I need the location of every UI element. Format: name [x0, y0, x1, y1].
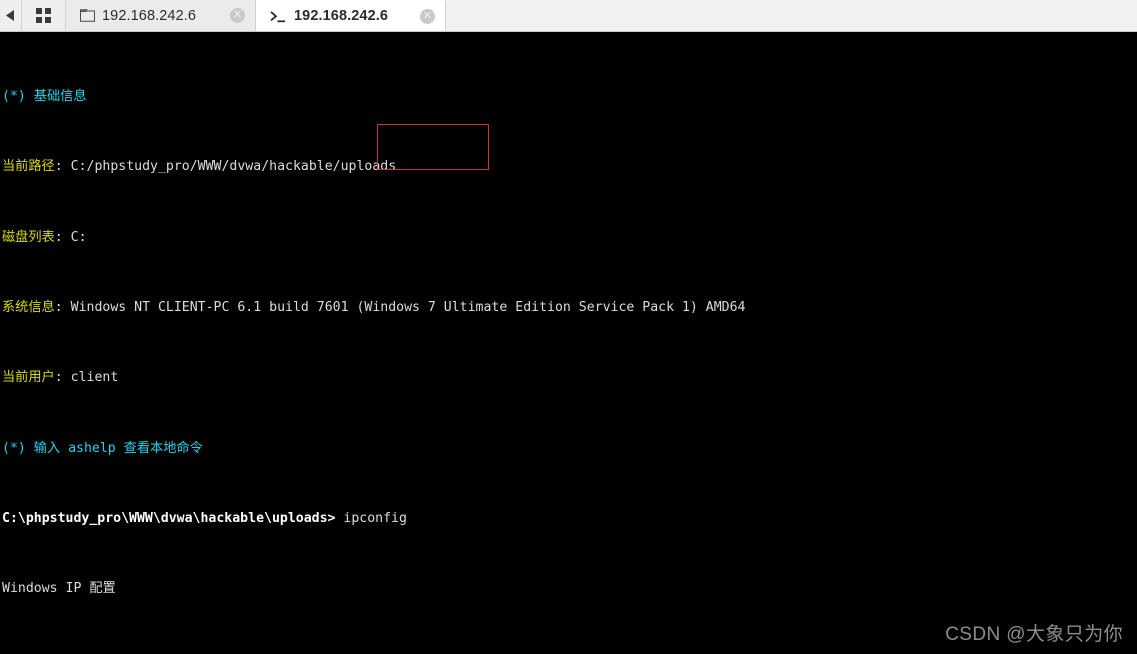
tab-label: 192.168.242.6 — [102, 7, 197, 24]
tab-close-button[interactable]: ✕ — [230, 8, 245, 23]
terminal-window: 192.168.242.6 ✕ 192.168.242.6 ✕ (*) 基础信息… — [0, 0, 1137, 654]
terminal-prompt-icon — [270, 10, 287, 23]
banner-title: (*) 基础信息 — [2, 88, 87, 104]
info-label: 磁盘列表 — [2, 229, 55, 245]
tab-terminal[interactable]: 192.168.242.6 ✕ — [256, 0, 446, 31]
command-line: C:\phpstudy_pro\WWW\dvwa\hackable\upload… — [2, 510, 1137, 528]
tab-bar: 192.168.242.6 ✕ 192.168.242.6 ✕ — [0, 0, 1137, 32]
info-sep: : — [54, 299, 71, 315]
caret-left-icon — [6, 10, 15, 21]
info-value: C:/phpstudy_pro/WWW/dvwa/hackable/upload… — [70, 159, 397, 175]
tab-bar-empty-area — [446, 0, 1137, 31]
tab-close-button[interactable]: ✕ — [420, 8, 435, 24]
folder-icon — [80, 9, 95, 22]
info-row-disks: 磁盘列表: C: — [2, 229, 1137, 247]
info-row-path: 当前路径: C:/phpstudy_pro/WWW/dvwa/hackable/… — [2, 158, 1137, 176]
terminal-output[interactable]: (*) 基础信息 当前路径: C:/phpstudy_pro/WWW/dvwa/… — [0, 32, 1137, 654]
typed-command: ipconfig — [335, 511, 407, 527]
info-sep: : — [54, 229, 71, 245]
info-sep: : — [54, 370, 71, 386]
info-value: client — [70, 370, 119, 386]
shell-prompt: C:\phpstudy_pro\WWW\dvwa\hackable\upload… — [2, 511, 336, 527]
info-value: Windows NT CLIENT-PC 6.1 build 7601 (Win… — [70, 299, 746, 315]
info-label: 系统信息 — [2, 299, 55, 315]
help-hint: (*) 输入 ashelp 查看本地命令 — [2, 440, 203, 456]
info-label: 当前路径 — [2, 159, 55, 175]
info-row-user: 当前用户: client — [2, 369, 1137, 387]
ipconfig-title: Windows IP 配置 — [2, 581, 116, 597]
tab-file-manager[interactable]: 192.168.242.6 ✕ — [66, 0, 256, 31]
info-value: C: — [70, 229, 87, 245]
info-sep: : — [54, 159, 71, 175]
grid-squares-icon — [36, 8, 51, 23]
csdn-watermark: CSDN @大象只为你 — [945, 624, 1123, 645]
tab-scroll-left-button[interactable] — [0, 0, 22, 31]
tab-label: 192.168.242.6 — [294, 8, 389, 24]
info-row-system: 系统信息: Windows NT CLIENT-PC 6.1 build 760… — [2, 299, 1137, 317]
info-label: 当前用户 — [2, 370, 55, 386]
tab-overview-button[interactable] — [22, 0, 66, 31]
